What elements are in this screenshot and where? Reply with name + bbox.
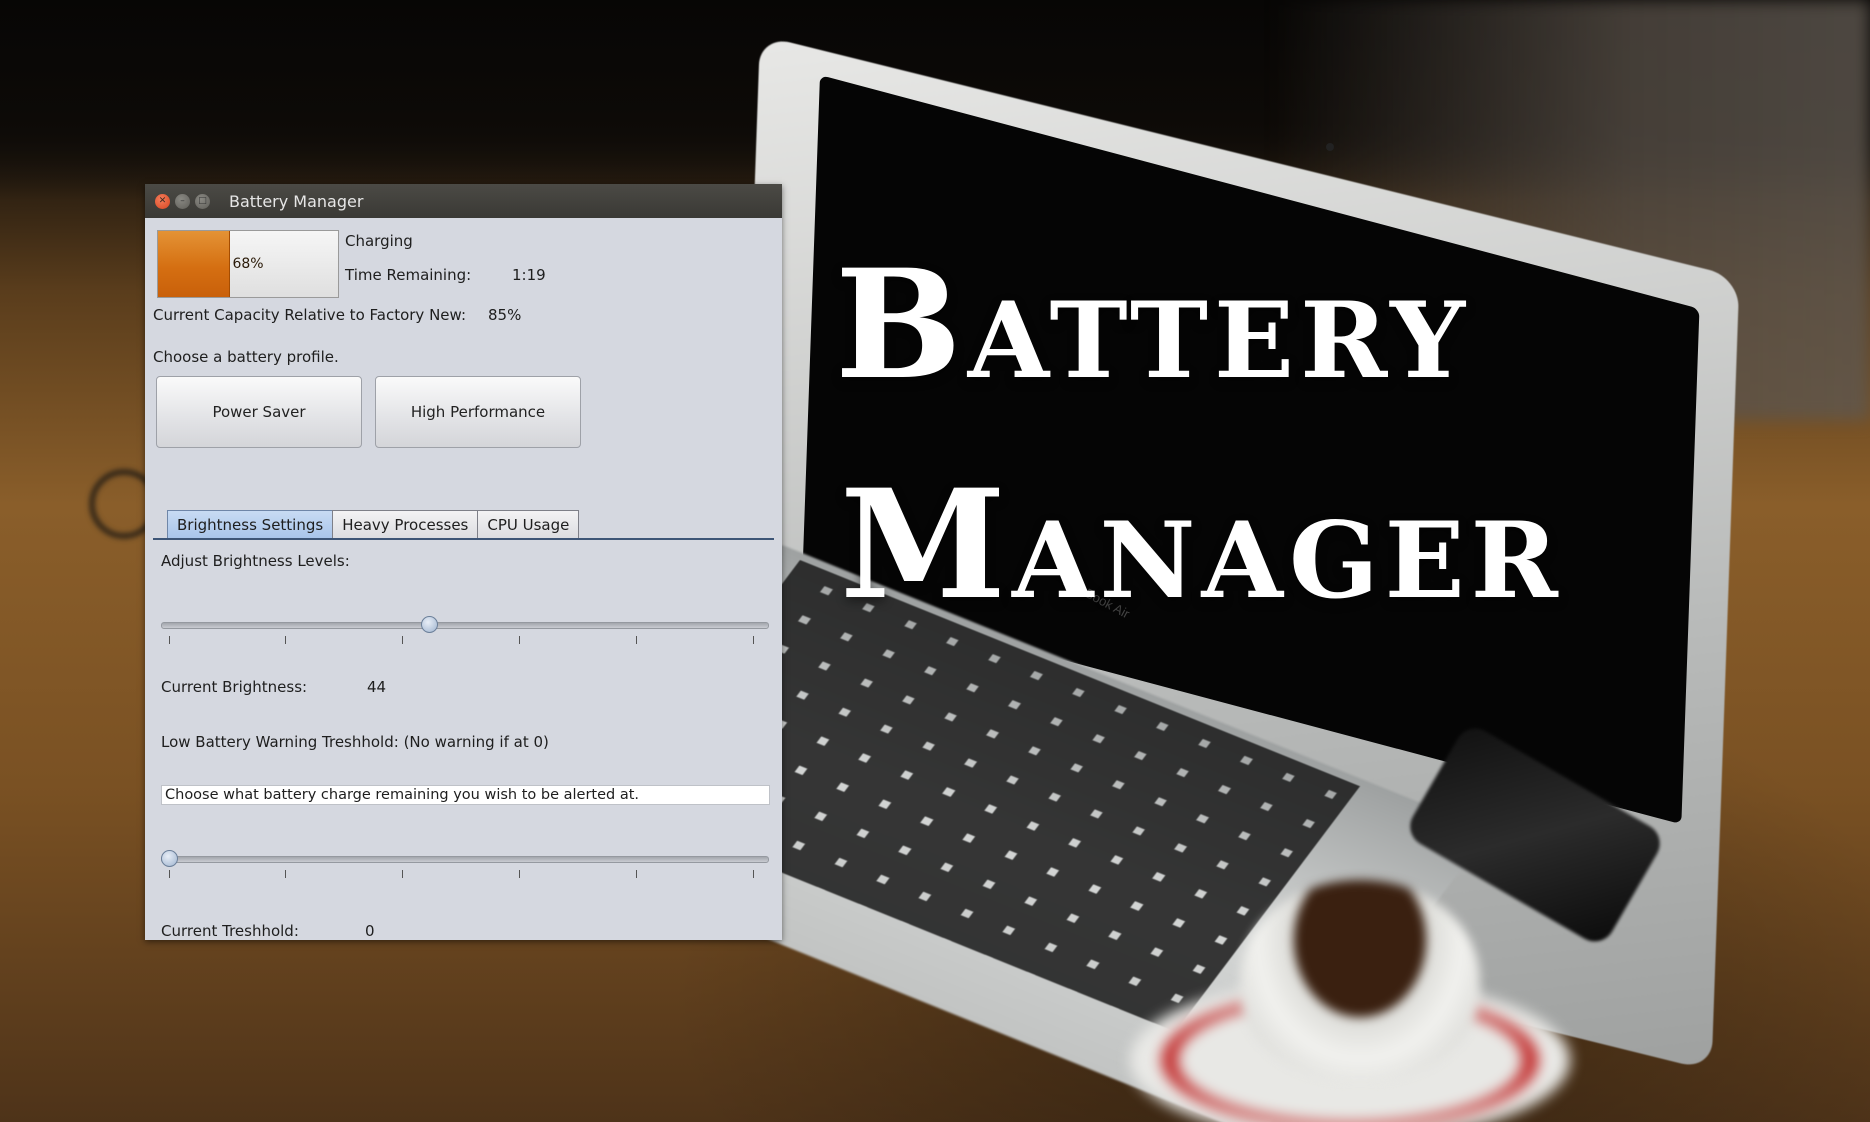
tab-heavy-processes[interactable]: Heavy Processes [332, 510, 479, 538]
slider-tick [402, 870, 403, 878]
battery-manager-window: ✕ – □ Battery Manager 68% Charging Time … [145, 184, 782, 940]
capacity-label: Current Capacity Relative to Factory New… [153, 306, 467, 324]
brightness-slider[interactable] [161, 614, 769, 644]
current-brightness-label: Current Brightness: [161, 678, 308, 696]
high-performance-button[interactable]: High Performance [375, 376, 581, 448]
settings-tabs: Brightness Settings Heavy Processes CPU … [167, 510, 580, 538]
warning-slider-thumb[interactable] [161, 850, 178, 867]
window-title: Battery Manager [229, 191, 364, 211]
charging-status: Charging [345, 232, 413, 250]
slider-tick [636, 636, 637, 644]
current-threshold-label: Current Treshhold: [161, 922, 299, 940]
slider-tick [519, 636, 520, 644]
brightness-slider-thumb[interactable] [421, 616, 439, 633]
slider-tick [169, 870, 170, 878]
slider-tick [402, 636, 403, 644]
minimize-icon[interactable]: – [175, 193, 190, 209]
tab-cpu-usage[interactable]: CPU Usage [477, 510, 580, 538]
laptop-camera-image [1326, 143, 1334, 151]
time-remaining-label: Time Remaining: [345, 266, 472, 284]
slider-tick [169, 636, 170, 644]
brightness-slider-track[interactable] [161, 622, 769, 629]
slider-tick [636, 870, 637, 878]
warning-threshold-slider[interactable] [161, 848, 769, 878]
power-saver-button[interactable]: Power Saver [156, 376, 362, 448]
capacity-value: 85% [488, 306, 522, 324]
brightness-heading: Adjust Brightness Levels: [161, 552, 350, 570]
window-titlebar[interactable]: ✕ – □ Battery Manager [145, 184, 782, 218]
profile-prompt: Choose a battery profile. [153, 348, 339, 366]
slider-tick [285, 870, 286, 878]
warning-slider-track[interactable] [161, 856, 769, 863]
tab-brightness-settings[interactable]: Brightness Settings [167, 510, 334, 538]
current-brightness-value: 44 [367, 678, 387, 696]
warning-heading: Low Battery Warning Treshhold: (No warni… [161, 733, 549, 751]
poster-title-line1: Battery [835, 237, 1472, 413]
current-threshold-value: 0 [365, 922, 375, 940]
warning-description-field[interactable]: Choose what battery charge remaining you… [161, 785, 770, 805]
maximize-icon[interactable]: □ [195, 193, 210, 209]
tab-divider [153, 538, 774, 540]
battery-percent-label: 68% [232, 256, 264, 272]
slider-tick [519, 870, 520, 878]
poster-title: Battery Manager [835, 250, 1855, 620]
time-remaining-value: 1:19 [512, 266, 546, 284]
slider-tick [753, 636, 754, 644]
battery-level-bar: 68% [157, 230, 339, 298]
coffee-cup-image [1240, 880, 1480, 1080]
slider-tick [753, 870, 754, 878]
slider-tick [285, 636, 286, 644]
poster-title-line2: Manager [840, 457, 1564, 633]
close-icon[interactable]: ✕ [155, 193, 170, 209]
